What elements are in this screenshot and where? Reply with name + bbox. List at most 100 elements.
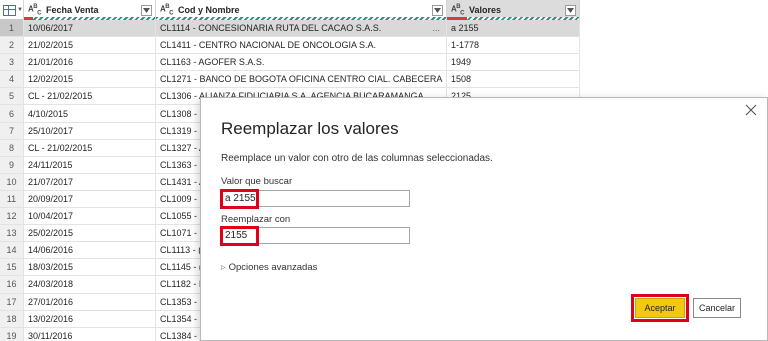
- row-number[interactable]: 1: [0, 20, 24, 37]
- cell-fecha-venta-text: CL - 21/02/2015: [28, 91, 93, 102]
- ok-button[interactable]: Aceptar: [635, 298, 685, 318]
- row-number-text: 4: [8, 74, 14, 85]
- row-number-text: 7: [8, 125, 14, 136]
- cell-fecha-venta[interactable]: 10/06/2017: [24, 20, 156, 37]
- cell-fecha-venta[interactable]: 21/02/2015: [24, 37, 156, 54]
- text-type-icon: ABC: [160, 3, 173, 17]
- cell-fecha-venta[interactable]: 24/11/2015: [24, 156, 156, 173]
- cell-fecha-venta[interactable]: 13/02/2016: [24, 310, 156, 327]
- cell-cod-y-nombre-text: CL1182 - I: [160, 279, 202, 290]
- row-number[interactable]: 18: [0, 310, 24, 327]
- cell-fecha-venta-text: 13/02/2016: [28, 313, 74, 324]
- row-number[interactable]: 17: [0, 293, 24, 310]
- row-number[interactable]: 9: [0, 156, 24, 173]
- table-row[interactable]: 2 21/02/2015 CL1411 - CENTRO NACIONAL DE O…: [0, 37, 580, 55]
- cell-fecha-venta[interactable]: 27/01/2016: [24, 293, 156, 310]
- cell-fecha-venta[interactable]: 25/10/2017: [24, 122, 156, 139]
- cell-fecha-venta[interactable]: 20/09/2017: [24, 190, 156, 208]
- cell-fecha-venta-text: 10/06/2017: [28, 23, 74, 34]
- table-icon: [3, 4, 17, 16]
- cell-fecha-venta[interactable]: 4/10/2015: [24, 105, 156, 122]
- row-number-text: 13: [6, 228, 17, 239]
- cell-cod-y-nombre[interactable]: CL1114 - CONCESIONARIA RUTA DEL CACAO S.…: [156, 20, 447, 37]
- table-row[interactable]: 4 12/02/2015 CL1271 - BANCO DE BOGOTA OFIC…: [0, 71, 580, 89]
- cell-fecha-venta[interactable]: 10/04/2017: [24, 208, 156, 225]
- row-number[interactable]: 7: [0, 122, 24, 139]
- row-number[interactable]: 13: [0, 225, 24, 242]
- row-number-text: 16: [6, 279, 17, 290]
- column-header-cod-y-nombre[interactable]: ABC Cod y Nombre: [156, 0, 447, 20]
- row-number[interactable]: 3: [0, 54, 24, 71]
- cell-cod-y-nombre-text: CL1431 - A: [160, 176, 206, 187]
- cell-fecha-venta[interactable]: CL - 21/02/2015: [24, 139, 156, 156]
- row-number[interactable]: 16: [0, 276, 24, 293]
- cell-cod-y-nombre-text: CL1411 - CENTRO NACIONAL DE ONCOLOGIA S.…: [160, 40, 377, 51]
- cell-fecha-venta[interactable]: 14/06/2016: [24, 242, 156, 259]
- cell-cod-y-nombre[interactable]: CL1163 - AGOFER S.A.S.: [156, 54, 447, 71]
- row-number[interactable]: 11: [0, 190, 24, 208]
- chevron-down-icon: ▼: [17, 7, 23, 13]
- cell-cod-y-nombre[interactable]: CL1271 - BANCO DE BOGOTA OFICINA CENTRO …: [156, 71, 447, 88]
- cell-fecha-venta-text: 10/04/2017: [28, 211, 74, 222]
- row-number-text: 3: [8, 57, 14, 68]
- cell-valores[interactable]: 1-1778: [447, 37, 580, 54]
- cell-fecha-venta[interactable]: 12/02/2015: [24, 71, 156, 88]
- row-number[interactable]: 6: [0, 105, 24, 122]
- dropdown-icon: [434, 7, 441, 13]
- row-number[interactable]: 5: [0, 88, 24, 105]
- column-header-valores[interactable]: ABC Valores: [447, 0, 580, 20]
- column-header-row: ▼ ABC Fecha Venta ABC Cod y Nombre ABC V…: [0, 0, 580, 20]
- cell-cod-y-nombre[interactable]: CL1411 - CENTRO NACIONAL DE ONCOLOGIA S.…: [156, 37, 447, 54]
- cell-cod-y-nombre-text: CL1113 - (: [160, 245, 202, 256]
- replace-with-label: Reemplazar con: [221, 214, 291, 225]
- table-menu-button[interactable]: ▼: [0, 0, 24, 20]
- cell-fecha-venta[interactable]: 21/07/2017: [24, 173, 156, 190]
- cell-fecha-venta-text: 30/11/2016: [28, 330, 73, 341]
- cell-fecha-venta[interactable]: 18/03/2015: [24, 259, 156, 276]
- row-number[interactable]: 12: [0, 208, 24, 225]
- row-number-text: 6: [8, 108, 14, 119]
- row-number[interactable]: 14: [0, 242, 24, 259]
- row-number-text: 12: [6, 211, 17, 222]
- cell-fecha-venta-text: 27/01/2016: [28, 296, 74, 307]
- table-row[interactable]: 3 21/01/2016 CL1163 - AGOFER S.A.S. 1949: [0, 54, 580, 72]
- cell-fecha-venta[interactable]: 24/03/2018: [24, 276, 156, 293]
- row-number[interactable]: 19: [0, 327, 24, 341]
- row-number[interactable]: 8: [0, 139, 24, 156]
- table-row[interactable]: 1 10/06/2017 CL1114 - CONCESIONARIA RUTA D…: [0, 20, 580, 38]
- cell-fecha-venta[interactable]: 25/02/2015: [24, 225, 156, 242]
- dialog-description: Reemplace un valor con otro de las colum…: [221, 153, 493, 164]
- row-number[interactable]: 4: [0, 71, 24, 88]
- column-filter-dropdown[interactable]: [141, 4, 152, 16]
- column-header-fecha-venta[interactable]: ABC Fecha Venta: [24, 0, 156, 20]
- cell-cod-y-nombre-text: CL1353 - I: [160, 296, 203, 307]
- cell-fecha-venta[interactable]: 21/01/2016: [24, 54, 156, 71]
- cell-fecha-venta[interactable]: 30/11/2016: [24, 327, 156, 341]
- row-number-text: 18: [6, 313, 17, 324]
- row-number-text: 17: [6, 296, 17, 307]
- column-filter-dropdown[interactable]: [565, 4, 576, 16]
- row-number-text: 10: [6, 176, 17, 187]
- close-icon[interactable]: [745, 104, 757, 116]
- cell-fecha-venta[interactable]: CL - 21/02/2015: [24, 88, 156, 105]
- cell-valores[interactable]: 1508: [447, 71, 580, 88]
- cell-fecha-venta-text: 20/09/2017: [28, 193, 74, 204]
- cancel-button[interactable]: Cancelar: [693, 298, 741, 318]
- row-number[interactable]: 2: [0, 37, 24, 54]
- advanced-options-toggle[interactable]: ▷ Opciones avanzadas: [221, 262, 317, 273]
- text-type-icon: ABC: [28, 3, 41, 17]
- advanced-options-label: Opciones avanzadas: [228, 262, 318, 273]
- row-number[interactable]: 10: [0, 173, 24, 190]
- column-filter-dropdown[interactable]: [432, 4, 443, 16]
- row-number[interactable]: 15: [0, 259, 24, 276]
- column-header-label: Cod y Nombre: [177, 5, 240, 15]
- cell-fecha-venta-text: 21/01/2016: [28, 57, 74, 68]
- cell-cod-y-nombre-text: CL1354 - I: [160, 313, 203, 324]
- cell-fecha-venta-text: 25/02/2015: [28, 228, 74, 239]
- cell-cod-y-nombre-text: CL1071 - (: [160, 228, 203, 239]
- cell-valores[interactable]: a 2155: [447, 20, 580, 37]
- cell-valores-text: 1-1778: [451, 40, 480, 51]
- cell-fecha-venta-text: 21/02/2015: [28, 40, 74, 51]
- cell-cod-y-nombre-text: CL1319 - (: [160, 125, 203, 136]
- cell-valores[interactable]: 1949: [447, 54, 580, 71]
